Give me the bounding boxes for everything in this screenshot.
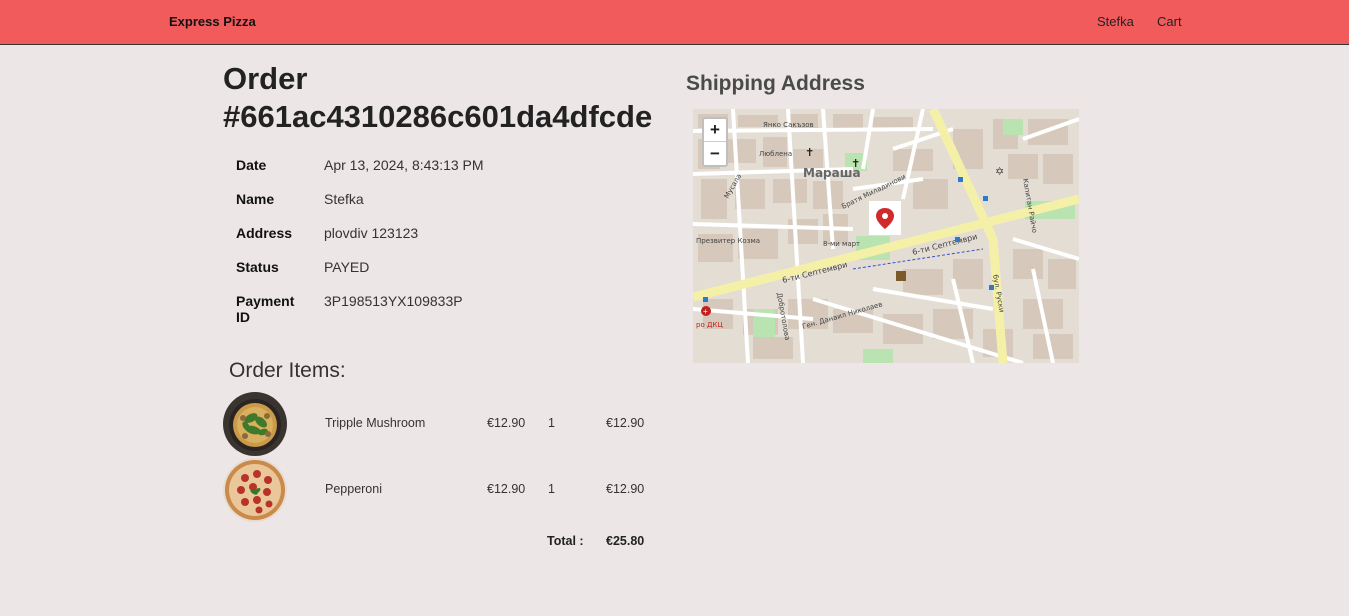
- map-street-label: 8-ми март: [823, 240, 860, 248]
- svg-text:+: +: [703, 307, 708, 316]
- zoom-in-button[interactable]: +: [704, 119, 726, 142]
- detail-value: plovdiv 123123: [324, 225, 419, 241]
- zoom-out-button[interactable]: −: [704, 143, 726, 166]
- detail-value: Apr 13, 2024, 8:43:13 PM: [324, 157, 484, 173]
- brand-link[interactable]: Express Pizza: [169, 14, 256, 29]
- detail-value: Stefka: [324, 191, 364, 207]
- order-item-row: Pepperoni €12.90 1 €12.90: [223, 458, 663, 522]
- location-marker-icon[interactable]: [869, 201, 901, 235]
- item-price: €12.90: [487, 416, 526, 430]
- nav-user-link[interactable]: Stefka: [1097, 14, 1134, 29]
- map-street-label: Янко Сакъзов: [763, 121, 814, 129]
- pepperoni-pizza-image: [223, 458, 287, 522]
- total-label: Total :: [547, 534, 584, 548]
- svg-text:✝: ✝: [851, 158, 860, 170]
- detail-value: 3P198513YX109833P: [324, 293, 463, 309]
- detail-value: PAYED: [324, 259, 370, 275]
- total-value: €25.80: [606, 534, 645, 548]
- item-name: Pepperoni: [325, 482, 382, 496]
- item-quantity: 1: [548, 416, 555, 430]
- item-subtotal: €12.90: [606, 416, 645, 430]
- item-subtotal: €12.90: [606, 482, 645, 496]
- detail-label: Status: [236, 259, 279, 275]
- nav-cart-link[interactable]: Cart: [1157, 14, 1182, 29]
- item-quantity: 1: [548, 482, 555, 496]
- map-street-label: ро ДКЦ: [696, 321, 723, 329]
- order-items-title: Order Items:: [229, 359, 346, 382]
- order-title: Order #661ac4310286c601da4dfcde: [223, 61, 653, 134]
- detail-label: Name: [236, 191, 275, 207]
- detail-label: Payment ID: [236, 293, 295, 325]
- map-street-label: Презвитер Козма: [696, 237, 760, 245]
- map-zoom-control: + −: [702, 117, 728, 167]
- item-name: Tripple Mushroom: [325, 416, 426, 430]
- map-street-label: Люблена: [759, 150, 792, 158]
- svg-text:✡: ✡: [995, 166, 1004, 178]
- navbar: Express Pizza Stefka Cart: [0, 0, 1349, 45]
- order-item-row: Tripple Mushroom €12.90 1 €12.90: [223, 392, 663, 456]
- shipping-map[interactable]: Мараша 6-ти Септември 6-ти Септември бул…: [693, 109, 1079, 363]
- svg-text:✝: ✝: [805, 147, 814, 159]
- item-price: €12.90: [487, 482, 526, 496]
- shipping-address-title: Shipping Address: [686, 72, 865, 95]
- detail-label: Address: [236, 225, 293, 241]
- detail-label: Date: [236, 157, 267, 173]
- mushroom-pizza-image: [223, 392, 287, 456]
